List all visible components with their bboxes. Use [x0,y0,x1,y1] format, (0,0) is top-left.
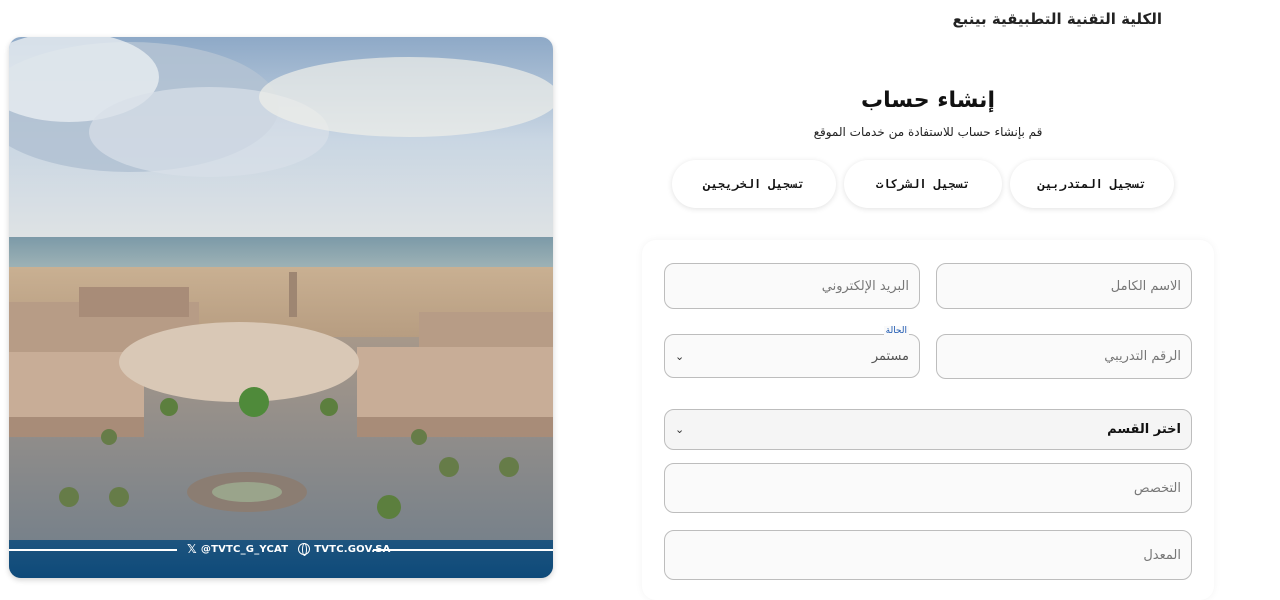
department-select[interactable]: اختر القسم ⌄ [664,409,1192,450]
page-title: إنشاء حساب [861,88,995,113]
tab-companies-registration[interactable]: تسجيل الشركات [844,160,1002,208]
website-text: TVTC.GOV.SA [314,543,391,555]
campus-photo: 𝕏 @TVTC_G_YCAT TVTC.GOV.SA [9,37,553,578]
trainee-number-input[interactable] [947,349,1181,364]
page-subtitle: قم بإنشاء حساب للاستفادة من خدمات الموقع [813,125,1043,139]
email-field[interactable] [664,263,920,309]
trainee-number-field[interactable] [936,334,1192,379]
gpa-input[interactable] [675,547,1181,563]
department-value: اختر القسم [1107,422,1181,437]
college-name: الكلية التقنية التطبيقية بينبع [952,10,1162,28]
gpa-field[interactable] [664,530,1192,580]
twitter-credit: 𝕏 @TVTC_G_YCAT [187,542,288,556]
email-input[interactable] [675,278,909,294]
registration-tabs: تسجيل المتدربين تسجيل الشركات تسجيل الخر… [672,160,1176,210]
full-name-input[interactable] [947,278,1181,294]
specialization-input[interactable] [675,480,1181,496]
tab-trainees-registration[interactable]: تسجيل المتدربين [1010,160,1174,208]
website-credit: TVTC.GOV.SA [298,543,391,556]
status-value: مستمر [871,348,909,364]
footer-divider-left [9,549,177,551]
tab-graduates-registration[interactable]: تسجيل الخريجين [672,160,836,208]
footer-divider-right [373,549,553,551]
twitter-handle: @TVTC_G_YCAT [200,543,289,555]
chevron-down-icon: ⌄ [675,423,685,436]
full-name-field[interactable] [936,263,1192,309]
globe-icon [298,543,311,556]
campus-illustration [9,37,553,578]
status-label: الحالة [883,326,909,336]
photo-credits: 𝕏 @TVTC_G_YCAT TVTC.GOV.SA [187,542,391,556]
x-icon: 𝕏 [187,542,197,556]
chevron-down-icon: ⌄ [675,349,685,363]
specialization-field[interactable] [664,463,1192,513]
photo-footer-band: 𝕏 @TVTC_G_YCAT TVTC.GOV.SA [9,540,553,578]
status-select[interactable]: الحالة مستمر ⌄ [664,326,920,378]
